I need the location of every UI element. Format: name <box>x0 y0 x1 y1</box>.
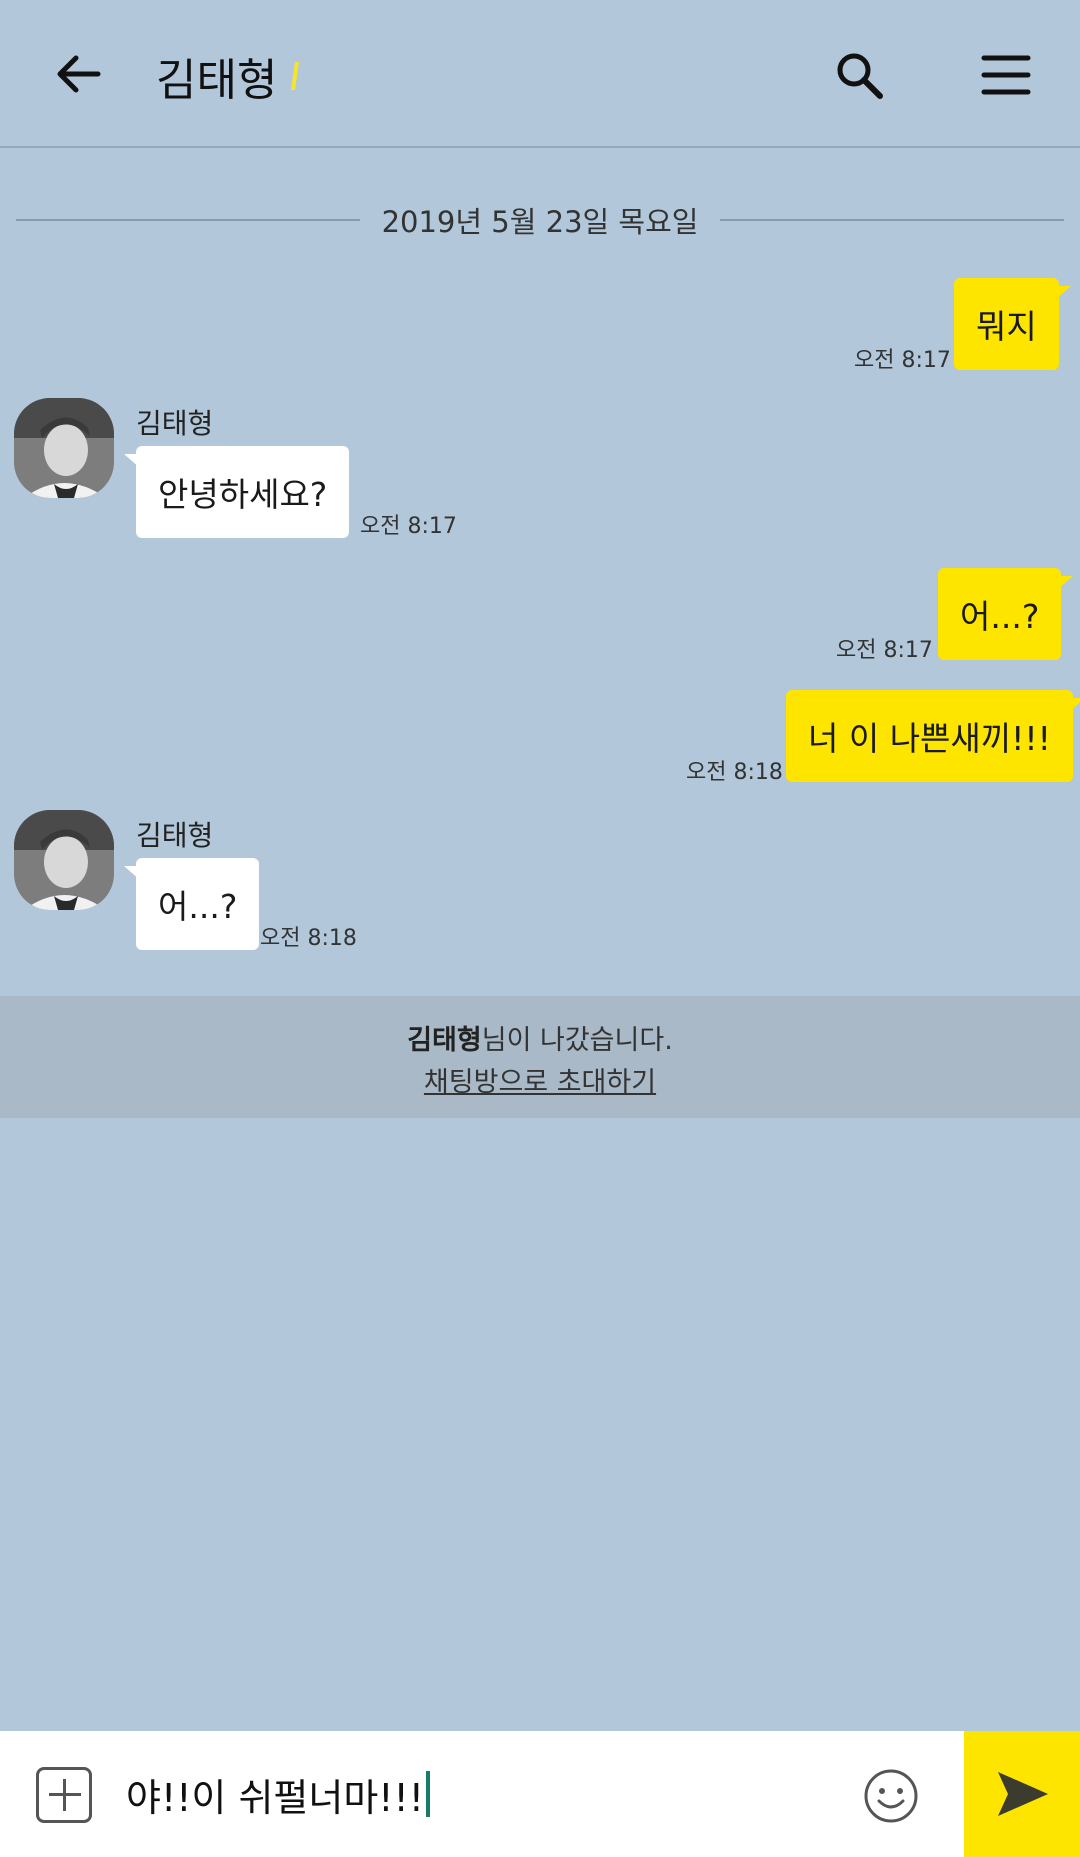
invite-link[interactable]: 채팅방으로 초대하기 <box>424 1067 656 1098</box>
message-text: 뭐지 <box>976 307 1037 346</box>
left-room-text: 김태형님이 나갔습니다. <box>0 1018 1080 1057</box>
my-message-bubble[interactable]: 뭐지 <box>954 278 1071 370</box>
divider-line-left <box>16 219 360 221</box>
left-user-name: 김태형 <box>407 1025 482 1056</box>
search-icon <box>837 53 883 99</box>
divider-line-right <box>720 219 1065 221</box>
message-input-value: 야!!이 쉬펄너마!!! <box>126 1775 425 1820</box>
sender-name: 김태형 <box>136 819 214 852</box>
message-input[interactable]: 야!!이 쉬펄너마!!! <box>126 1761 846 1827</box>
date-divider: 2019년 5월 23일 목요일 <box>16 200 1065 240</box>
date-label: 2019년 5월 23일 목요일 <box>381 205 699 239</box>
chat-title-area: 김태형 <box>156 46 300 106</box>
plus-icon[interactable] <box>36 1767 92 1823</box>
message-time: 오전 8:18 <box>686 760 783 785</box>
back-button[interactable] <box>48 46 108 106</box>
my-message-bubble[interactable]: 너 이 나쁜새끼!!! <box>786 690 1080 782</box>
send-icon <box>998 1772 1048 1816</box>
menu-icon <box>981 55 1031 95</box>
menu-button[interactable] <box>976 46 1036 106</box>
avatar-photo <box>14 810 114 910</box>
message-text: 안녕하세요? <box>158 475 328 514</box>
avatar-photo <box>14 398 114 498</box>
message-time: 오전 8:17 <box>836 638 933 663</box>
text-caret <box>426 1771 431 1817</box>
back-arrow-icon <box>57 55 101 93</box>
message-time: 오전 8:17 <box>360 514 457 539</box>
message-time: 오전 8:17 <box>854 348 951 373</box>
their-message-bubble[interactable]: 어...? <box>123 858 260 950</box>
left-room-suffix: 님이 나갔습니다. <box>481 1025 673 1056</box>
chat-title: 김태형 <box>156 55 278 106</box>
their-message-bubble[interactable]: 안녕하세요? <box>123 446 350 538</box>
sender-name: 김태형 <box>136 407 214 440</box>
message-text: 어...? <box>960 597 1040 636</box>
invite-row: 채팅방으로 초대하기 <box>0 1060 1080 1099</box>
title-decoration <box>291 62 300 90</box>
search-button[interactable] <box>830 46 890 106</box>
message-input-bar: 야!!이 쉬펄너마!!! <box>0 1731 1080 1857</box>
message-time: 오전 8:18 <box>260 926 357 951</box>
emoji-icon <box>864 1769 918 1823</box>
left-room-notice: 김태형님이 나갔습니다. 채팅방으로 초대하기 <box>0 996 1080 1118</box>
emoji-button[interactable] <box>862 1767 920 1825</box>
avatar[interactable] <box>14 810 114 910</box>
message-text: 너 이 나쁜새끼!!! <box>808 719 1051 758</box>
my-message-bubble[interactable]: 어...? <box>938 568 1074 660</box>
send-button[interactable] <box>964 1731 1080 1857</box>
avatar[interactable] <box>14 398 114 498</box>
chat-header: 김태형 <box>0 0 1080 148</box>
message-text: 어...? <box>158 887 238 926</box>
